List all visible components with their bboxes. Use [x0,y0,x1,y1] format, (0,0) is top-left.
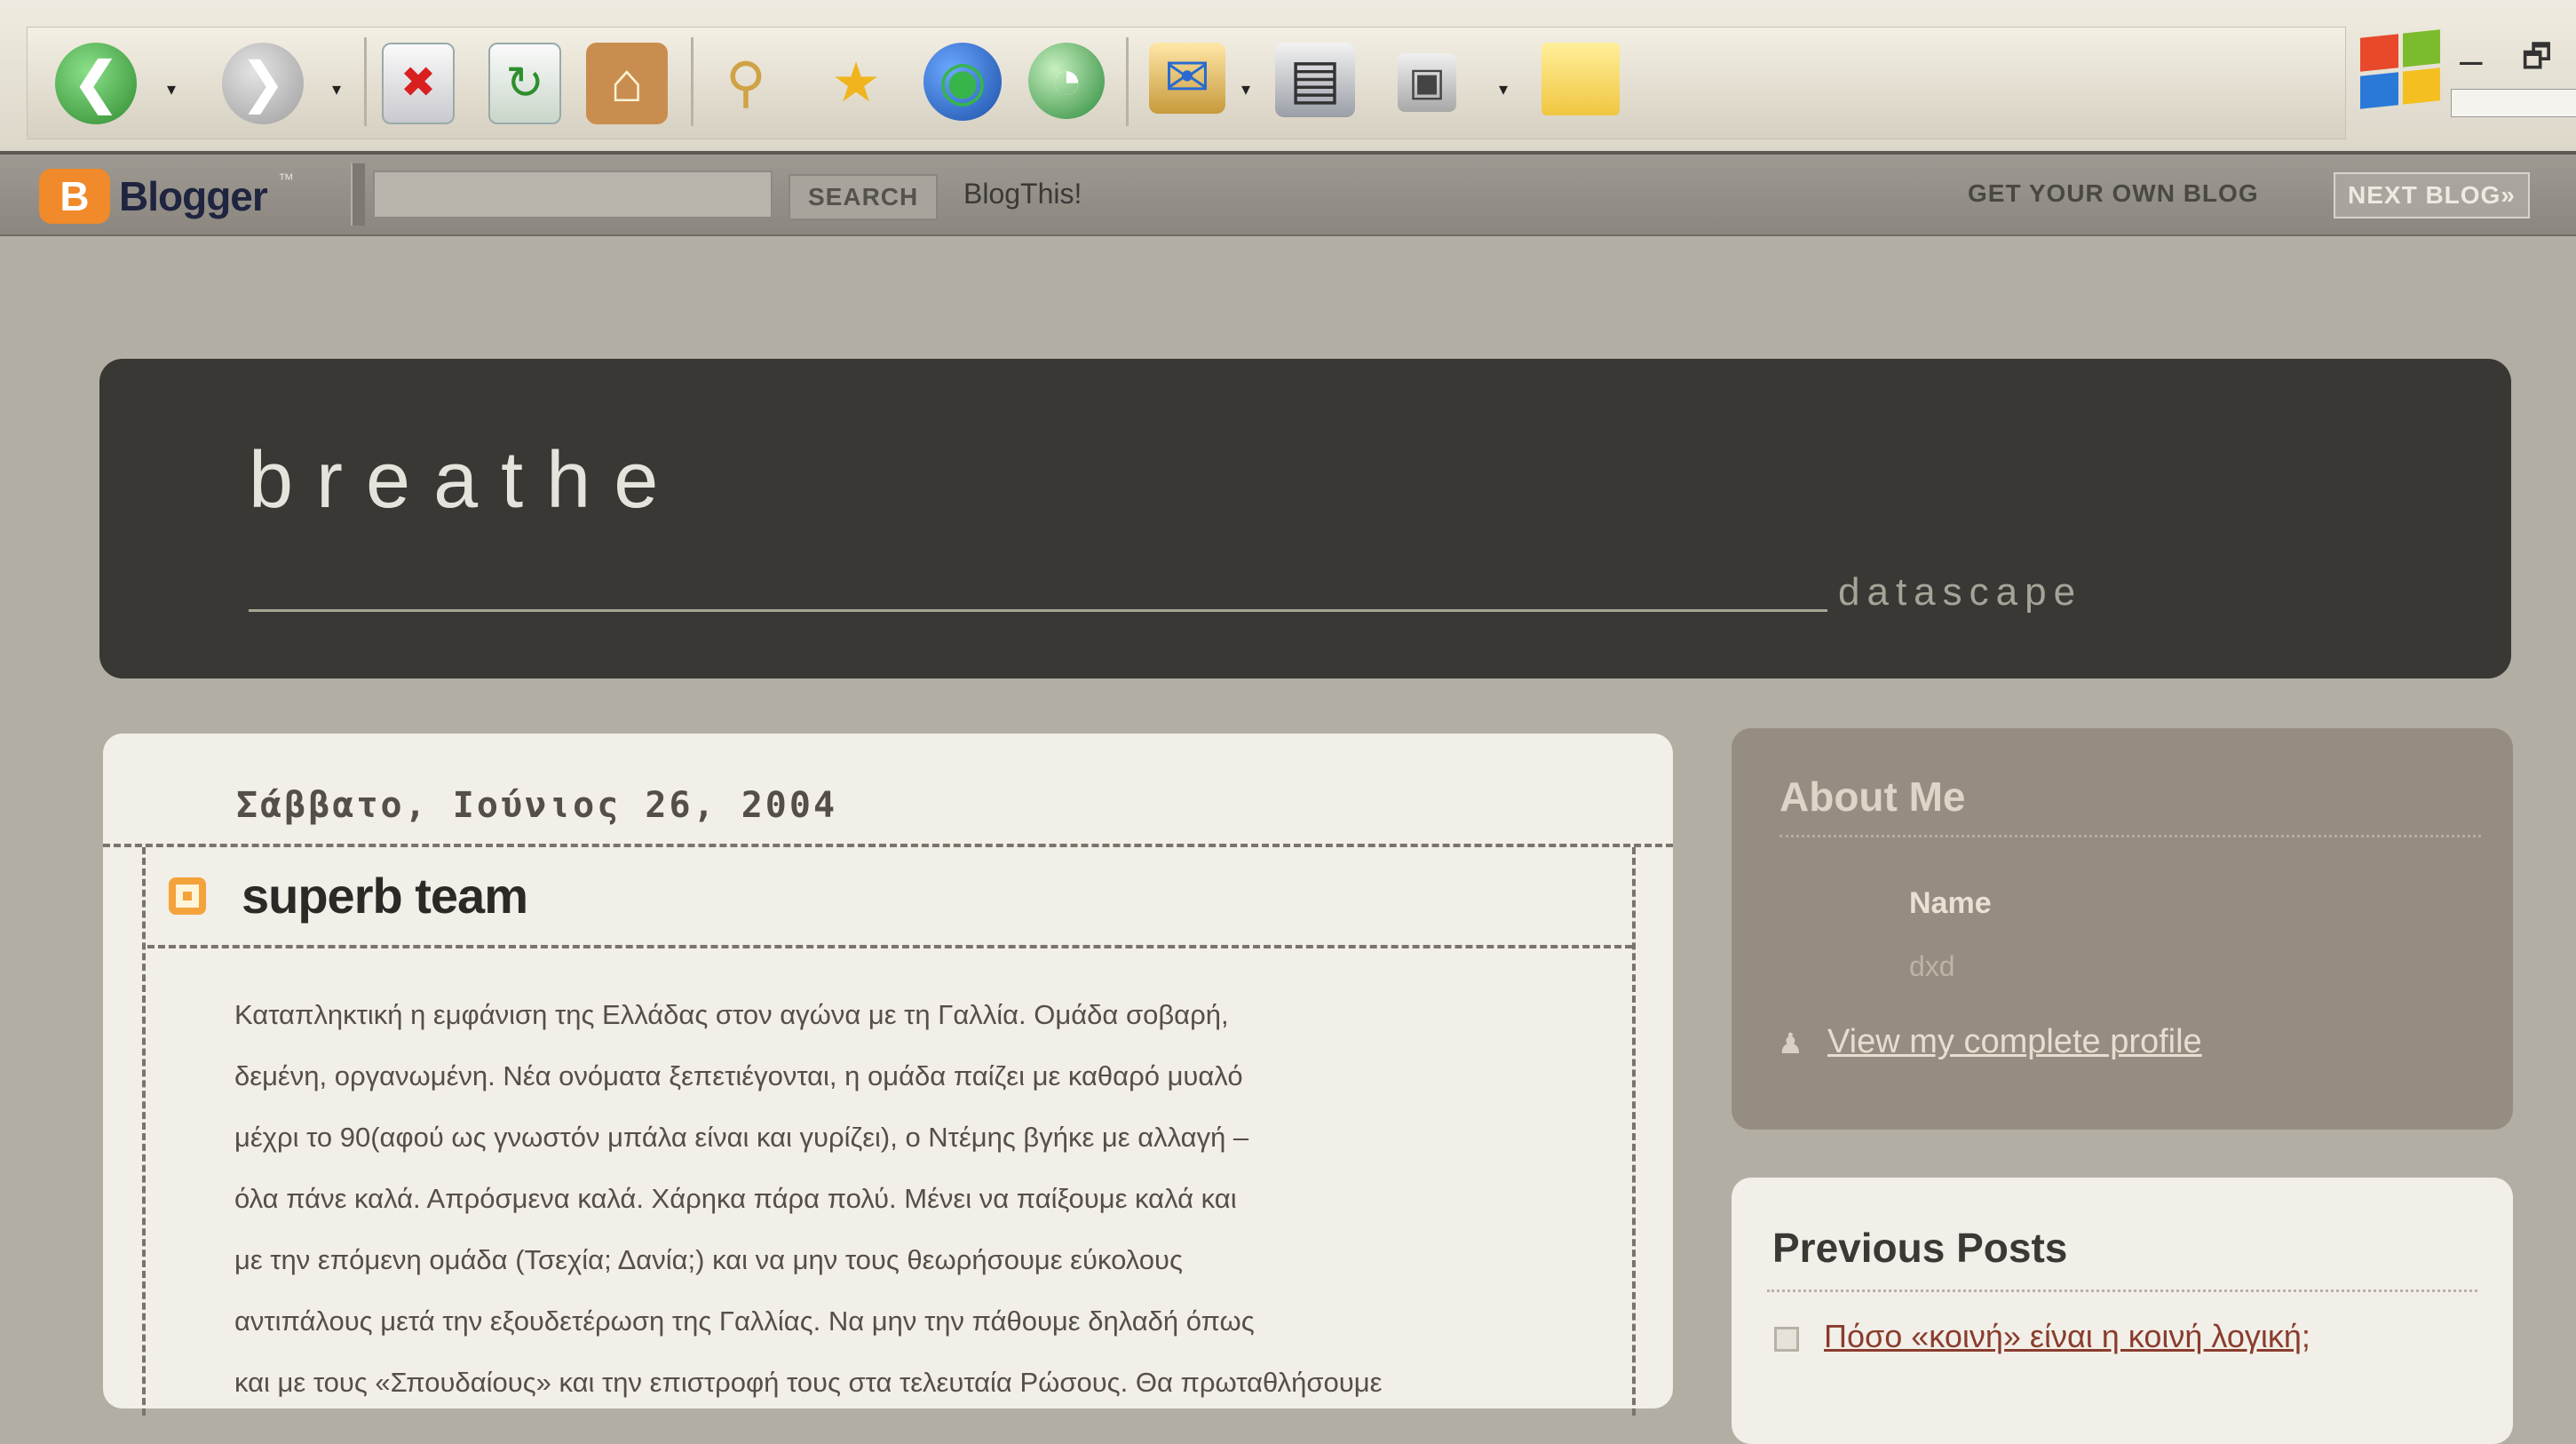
about-me-title: About Me [1779,774,1966,820]
list-bullet-icon [1774,1327,1799,1352]
navbar-search-button[interactable]: SEARCH [789,174,939,220]
refresh-icon[interactable]: ↻ [488,43,561,124]
post-border-right [1632,847,1636,1416]
profile-person-icon: ♟ [1778,1027,1803,1059]
post-body-line: όλα πάνε καλά. Απρόσμενα καλά. Χάρηκα πά… [234,1183,1237,1214]
home-icon[interactable]: ⌂ [586,43,668,124]
media-globe-icon[interactable]: ◉ [923,43,1002,121]
blogger-trademark: ™ [278,171,294,188]
view-profile-link[interactable]: View my complete profile [1827,1023,2202,1061]
navbar-search-input[interactable] [373,171,773,218]
post-body-line: μέχρι το 90(αφού ως γνωστόν μπάλα είναι … [234,1122,1249,1153]
address-bar-fragment[interactable] [2451,89,2576,117]
navbar-divider [351,163,365,226]
back-arrow-icon[interactable]: ❮ [55,43,137,124]
previous-posts-panel: Previous Posts Πόσο «κοινή» είναι η κοιν… [1732,1178,2513,1444]
forward-arrow-icon[interactable]: ❯ [222,43,304,124]
blogger-brand[interactable]: Blogger [119,172,268,220]
post-body-line: αντιπάλους μετά την εξουδετέρωση της Γαλ… [234,1305,1255,1337]
profile-name-value: dxd [1909,950,1955,982]
about-me-divider [1779,835,2481,837]
post-border-left [142,847,146,1416]
post-body-line: Καταπληκτική η εμφάνιση της Ελλάδας στον… [234,999,1229,1030]
print-icon[interactable]: ▤ [1275,43,1355,117]
about-me-panel: About Me Name dxd ♟ View my complete pro… [1732,728,2513,1130]
toolbar-separator [691,37,694,126]
post-title-divider [147,945,1632,948]
browser-toolbar: ❮ ▾ ❯ ▾ ✖ ↻ ⌂ ⚲ ★ ◉ ◔ ✉ ▾ ▤ ▣ ▾ – 🗗 [0,0,2576,155]
previous-posts-divider [1767,1289,2477,1292]
title-underline [249,609,1827,612]
favorites-star-icon[interactable]: ★ [815,43,897,124]
get-own-blog-link[interactable]: GET YOUR OWN BLOG [1968,179,2259,208]
mail-dropdown-icon[interactable]: ▾ [1241,78,1256,99]
next-blog-button[interactable]: NEXT BLOG» [2334,172,2530,218]
post-body-line: δεμένη, οργανωμένη. Νέα ονόματα ξεπετιέγ… [234,1060,1243,1091]
mail-icon[interactable]: ✉ [1149,43,1225,114]
toolbar-separator [364,37,367,126]
forward-dropdown-icon[interactable]: ▾ [332,78,346,99]
post-body-line: και με τους «Σπουδαίους» και την επιστρο… [234,1367,1383,1398]
profile-name-label: Name [1909,886,1992,920]
blog-title[interactable]: breathe [249,435,681,527]
minimize-icon[interactable]: – [2460,36,2483,83]
note-icon[interactable] [1542,43,1620,115]
main-post-card: Σάββατο, Ιούνιος 26, 2004 superb team Κα… [103,734,1673,1416]
post-border-top [103,844,1673,847]
stop-icon[interactable]: ✖ [382,43,455,124]
previous-posts-title: Previous Posts [1772,1225,2068,1271]
blogger-logo-icon[interactable]: B [39,169,110,224]
edit-icon[interactable]: ▣ [1398,53,1456,112]
restore-icon[interactable]: 🗗 [2522,34,2552,88]
search-icon[interactable]: ⚲ [705,43,787,124]
history-icon[interactable]: ◔ [1028,43,1105,119]
post-date-header: Σάββατο, Ιούνιος 26, 2004 [236,785,838,826]
post-title[interactable]: superb team [242,867,528,924]
windows-logo-icon [2360,29,2440,109]
blogger-navbar: B Blogger ™ SEARCH BlogThis! GET YOUR OW… [0,155,2576,236]
blogthis-link[interactable]: BlogThis! [963,178,1082,210]
blog-description: datascape [1838,570,2083,614]
post-bullet-icon [169,877,206,915]
edit-dropdown-icon[interactable]: ▾ [1499,78,1513,99]
previous-post-link[interactable]: Πόσο «κοινή» είναι η κοινή λογική; [1824,1318,2310,1355]
back-dropdown-icon[interactable]: ▾ [167,78,181,99]
blog-header: breathe datascape [99,359,2511,678]
post-body-line: με την επόμενη ομάδα (Τσεχία; Δανία;) κα… [234,1244,1183,1275]
post-body: Καταπληκτική η εμφάνιση της Ελλάδας στον… [234,984,1620,1413]
toolbar-separator [1126,37,1129,126]
